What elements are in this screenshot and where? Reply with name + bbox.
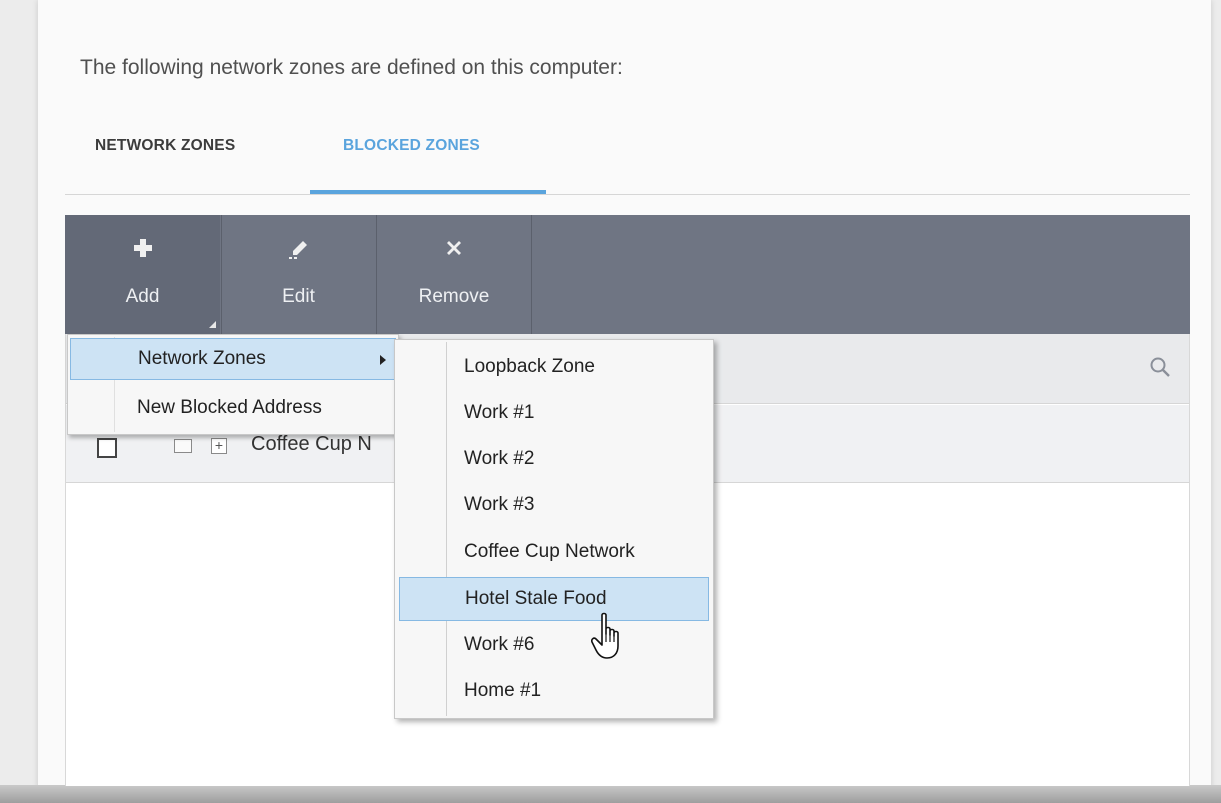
submenu-item-label: Home #1 <box>464 680 542 701</box>
submenu-item-work-3[interactable]: Work #3 <box>399 484 709 528</box>
menu-item-new-blocked-address[interactable]: New Blocked Address <box>70 388 396 430</box>
page-description: The following network zones are defined … <box>80 56 623 79</box>
network-zones-submenu: Loopback Zone Work #1 Work #2 Work #3 Co… <box>394 339 714 719</box>
add-button-label: Add <box>125 286 160 307</box>
x-icon <box>377 239 531 261</box>
hand-pointer-icon <box>591 612 627 667</box>
row-zone-name: Coffee Cup N <box>251 433 372 455</box>
submenu-item-label: Hotel Stale Food <box>465 588 607 609</box>
window-bottom-edge <box>0 785 1221 803</box>
submenu-item-label: Loopback Zone <box>464 356 595 377</box>
remove-button[interactable]: Remove <box>376 215 532 334</box>
submenu-item-label: Work #2 <box>464 448 535 469</box>
submenu-item-label: Coffee Cup Network <box>464 541 635 562</box>
submenu-item-hotel-stale-food[interactable]: Hotel Stale Food <box>399 577 709 621</box>
add-dropdown-menu: Network Zones New Blocked Address <box>67 334 399 435</box>
add-button[interactable]: Add <box>65 215 220 334</box>
edit-button-label: Edit <box>282 286 315 307</box>
pencil-icon <box>222 239 375 261</box>
plus-icon <box>65 239 220 261</box>
toolbar: Add Edit Remove <box>65 215 1190 334</box>
submenu-item-work-2[interactable]: Work #2 <box>399 438 709 482</box>
submenu-arrow-icon <box>380 355 386 365</box>
remove-button-label: Remove <box>418 286 490 307</box>
submenu-item-label: Work #1 <box>464 402 535 423</box>
zone-icon <box>174 439 192 453</box>
submenu-item-label: Work #3 <box>464 494 535 515</box>
expand-icon[interactable]: + <box>211 438 227 454</box>
submenu-item-work-6[interactable]: Work #6 <box>399 624 709 668</box>
tab-blocked-zones[interactable]: BLOCKED ZONES <box>343 137 480 155</box>
submenu-item-work-1[interactable]: Work #1 <box>399 392 709 436</box>
submenu-item-loopback-zone[interactable]: Loopback Zone <box>399 346 709 390</box>
submenu-item-coffee-cup-network[interactable]: Coffee Cup Network <box>399 531 709 575</box>
submenu-item-home-1[interactable]: Home #1 <box>399 670 709 714</box>
submenu-item-label: Work #6 <box>464 634 535 655</box>
menu-item-label: Network Zones <box>138 348 266 369</box>
edit-button[interactable]: Edit <box>221 215 375 334</box>
dropdown-caret-icon <box>209 321 216 328</box>
search-icon[interactable] <box>1149 356 1171 383</box>
row-checkbox[interactable] <box>97 438 117 458</box>
menu-item-network-zones[interactable]: Network Zones <box>70 338 396 380</box>
tabs-divider <box>65 194 1190 195</box>
tab-network-zones[interactable]: NETWORK ZONES <box>95 137 235 155</box>
menu-item-label: New Blocked Address <box>137 397 322 418</box>
